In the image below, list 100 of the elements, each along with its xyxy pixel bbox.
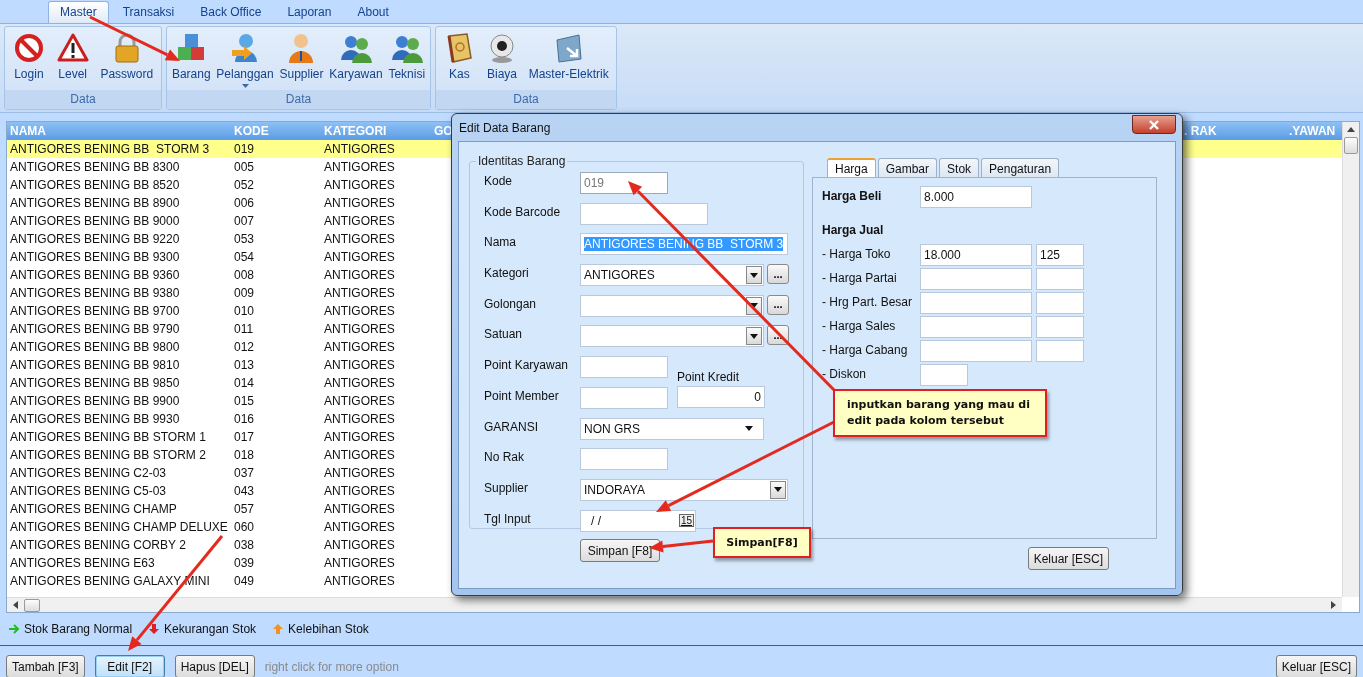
text-field[interactable] [580, 386, 668, 409]
browse-button[interactable]: ... [767, 264, 789, 285]
table-cell-text: ANTIGORES [323, 339, 396, 356]
dialog-tab[interactable]: Harga [827, 158, 876, 177]
action-button[interactable]: Tambah [F3] [6, 655, 85, 677]
date-field[interactable]: / / 15 [580, 509, 696, 532]
ribbon-button[interactable]: Login [10, 30, 47, 90]
text-field[interactable] [580, 202, 708, 225]
table-cell-text: ANTIGORES BENING BB 8300 [9, 159, 181, 176]
ribbon-button[interactable]: Pelanggan [214, 30, 276, 90]
table-cell-text: ANTIGORES BENING BB 9220 [9, 231, 181, 248]
text-field[interactable] [580, 448, 668, 471]
field-label: No Rak [484, 449, 525, 465]
table-cell-text: 049 [233, 573, 256, 590]
scrollbar-thumb[interactable] [1344, 137, 1358, 154]
ribbon-button[interactable]: Karyawan [327, 30, 385, 90]
field-label: - Harga Partai [822, 270, 898, 285]
action-button[interactable]: Hapus [DEL] [174, 655, 255, 677]
group-label: Data [436, 90, 616, 109]
table-cell-text: ANTIGORES [323, 537, 396, 554]
table-cell-text: ANTIGORES [323, 429, 396, 446]
table-cell-text: ANTIGORES BENING BB 9800 [9, 339, 181, 356]
exit-button[interactable]: Keluar [ESC] [1275, 655, 1357, 677]
text-field[interactable] [1036, 340, 1084, 362]
ribbon-tab[interactable]: Transaksi [110, 1, 187, 23]
dialog-tab[interactable]: Stok [939, 158, 980, 177]
calendar-button[interactable]: 15 [678, 514, 694, 528]
text-field[interactable] [1036, 292, 1084, 314]
up-arrow-icon[interactable] [1347, 127, 1355, 132]
ribbon-button[interactable]: Teknisi [386, 30, 428, 90]
save-button[interactable]: Simpan [F8] [580, 539, 660, 562]
field-label: Point Karyawan [484, 357, 570, 373]
text-field[interactable]: 18.000 [920, 244, 1032, 266]
ribbon-button[interactable]: Master-Elektrik [526, 30, 611, 90]
dialog-tab[interactable]: Pengaturan [981, 158, 1060, 177]
ribbon-tab[interactable]: Laporan [275, 1, 344, 23]
field-label: Point Member [484, 387, 560, 403]
table-cell-text: ANTIGORES [323, 321, 396, 338]
horizontal-scrollbar[interactable] [7, 597, 1342, 612]
section-title: Harga Jual [822, 223, 885, 237]
text-field[interactable]: 125 [1036, 244, 1084, 266]
field-label: Harga Beli [822, 188, 883, 203]
legend-label: Kekurangan Stok [164, 622, 257, 636]
table-cell-text: ANTIGORES BENING BB 9700 [9, 303, 181, 320]
text-field[interactable] [920, 340, 1032, 362]
dropdown[interactable]: NON GRS [580, 417, 764, 440]
dropdown-arrow-icon [750, 303, 758, 309]
table-cell-text: 014 [233, 375, 256, 392]
browse-button[interactable]: ... [767, 294, 789, 315]
down-arrow-icon [148, 623, 161, 635]
hint-text: right click for more option [264, 659, 399, 674]
ribbon-button[interactable]: Barang [169, 30, 213, 90]
table-cell-text: ANTIGORES [323, 483, 396, 500]
text-field[interactable] [920, 364, 968, 386]
callout-note: inputkan barang yang mau di edit pada kolom tersebut [833, 389, 1047, 437]
dialog-tab[interactable]: Gambar [877, 158, 938, 177]
text-field[interactable] [580, 356, 668, 379]
ribbon-button[interactable]: Supplier [277, 30, 326, 90]
dropdown-button[interactable] [746, 266, 762, 285]
field-label: Kode [484, 173, 514, 188]
exit-button[interactable]: Keluar [ESC] [1027, 547, 1109, 570]
table-cell-text: ANTIGORES BENING BB 9360 [9, 267, 181, 284]
left-arrow-icon[interactable] [13, 601, 18, 609]
text-field[interactable] [1036, 268, 1084, 290]
table-cell-text: ANTIGORES BENING BB 9900 [9, 393, 181, 410]
text-field[interactable] [920, 316, 1032, 338]
action-button[interactable]: Edit [F2] [94, 655, 165, 677]
ribbon-button[interactable]: Kas [441, 30, 478, 90]
table-cell-text: ANTIGORES [323, 159, 396, 176]
dropdown-button[interactable] [746, 327, 762, 346]
table-cell-text: ANTIGORES BENING BB STORM 1 [9, 429, 207, 446]
table-cell-text: ANTIGORES [323, 249, 396, 266]
table-cell-text: 010 [233, 303, 256, 320]
callout-note: Simpan[F8] [713, 527, 811, 558]
text-field[interactable] [920, 292, 1032, 314]
close-button[interactable] [1132, 115, 1176, 134]
table-cell-text: 006 [233, 195, 256, 212]
text-field[interactable]: 8.000 [920, 186, 1032, 208]
ribbon-tab[interactable]: About [345, 1, 401, 23]
table-cell-text: 016 [233, 411, 256, 428]
table-cell-text: 060 [233, 519, 256, 536]
combo-box[interactable] [580, 294, 764, 317]
ribbon-tab[interactable]: Back Office [188, 1, 274, 23]
ribbon-button[interactable]: Biaya [484, 30, 520, 90]
vertical-scrollbar[interactable] [1342, 122, 1359, 597]
dropdown-button[interactable] [770, 480, 786, 499]
ribbon-tab[interactable]: Master [48, 1, 109, 23]
text-field[interactable]: 0 [677, 385, 765, 408]
table-cell-text: ANTIGORES [323, 285, 396, 302]
table-cell-text: ANTIGORES BENING BB 8520 [9, 177, 181, 194]
combo-box[interactable]: INDORAYA [580, 478, 788, 501]
table-cell-text: 038 [233, 537, 256, 554]
ribbon-button[interactable]: Level [54, 30, 91, 90]
ribbon-button[interactable]: Password [98, 30, 156, 90]
right-arrow-icon[interactable] [1331, 601, 1336, 609]
table-cell-text: ANTIGORES BENING CHAMP DELUXE [9, 519, 229, 536]
text-field[interactable] [920, 268, 1032, 290]
combo-box[interactable]: ANTIGORES [580, 264, 764, 287]
scrollbar-thumb[interactable] [24, 598, 40, 612]
text-field[interactable] [1036, 316, 1084, 338]
